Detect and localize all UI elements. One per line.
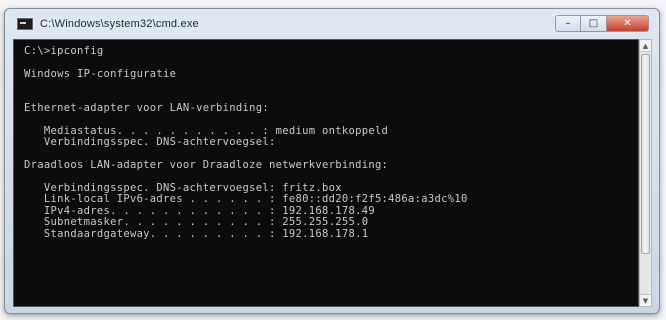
console-text: C:\>ipconfig Windows IP-configuratie Eth… <box>24 45 468 240</box>
console-line: Verbindingsspec. DNS-achtervoegsel: frit… <box>24 181 342 194</box>
window-controls: – □ ✕ <box>555 15 649 32</box>
maximize-button[interactable]: □ <box>581 15 607 32</box>
console-line: Windows IP-configuratie <box>24 67 177 80</box>
scroll-thumb[interactable] <box>641 54 650 254</box>
console-icon <box>17 18 33 30</box>
console-line: Subnetmasker. . . . . . . . . . . : 255.… <box>24 216 369 229</box>
scroll-up-arrow-icon[interactable]: ▲ <box>640 40 651 52</box>
console-line: Ethernet-adapter voor LAN-verbinding: <box>24 102 269 115</box>
console-output-area[interactable]: C:\>ipconfig Windows IP-configuratie Eth… <box>13 39 639 307</box>
console-line: C:\>ipconfig <box>24 45 104 57</box>
vertical-scrollbar[interactable]: ▲ ▼ <box>639 39 652 307</box>
console-line: Mediastatus. . . . . . . . . . . : mediu… <box>24 124 389 137</box>
minimize-button[interactable]: – <box>555 15 581 32</box>
title-bar[interactable]: C:\Windows\system32\cmd.exe – □ ✕ <box>5 9 659 39</box>
console-line: Verbindingsspec. DNS-achtervoegsel: <box>24 136 276 149</box>
close-button[interactable]: ✕ <box>607 15 649 32</box>
window-title: C:\Windows\system32\cmd.exe <box>40 18 199 30</box>
console-line: Standaardgateway. . . . . . . . . : 192.… <box>24 227 369 240</box>
console-line: Link-local IPv6-adres . . . . . . : fe80… <box>24 193 468 206</box>
console-line: Draadloos LAN-adapter voor Draadloze net… <box>24 159 389 172</box>
scroll-down-arrow-icon[interactable]: ▼ <box>640 294 651 306</box>
cmd-window: C:\Windows\system32\cmd.exe – □ ✕ C:\>ip… <box>4 8 660 314</box>
console-line: IPv4-adres. . . . . . . . . . . . : 192.… <box>24 204 375 217</box>
